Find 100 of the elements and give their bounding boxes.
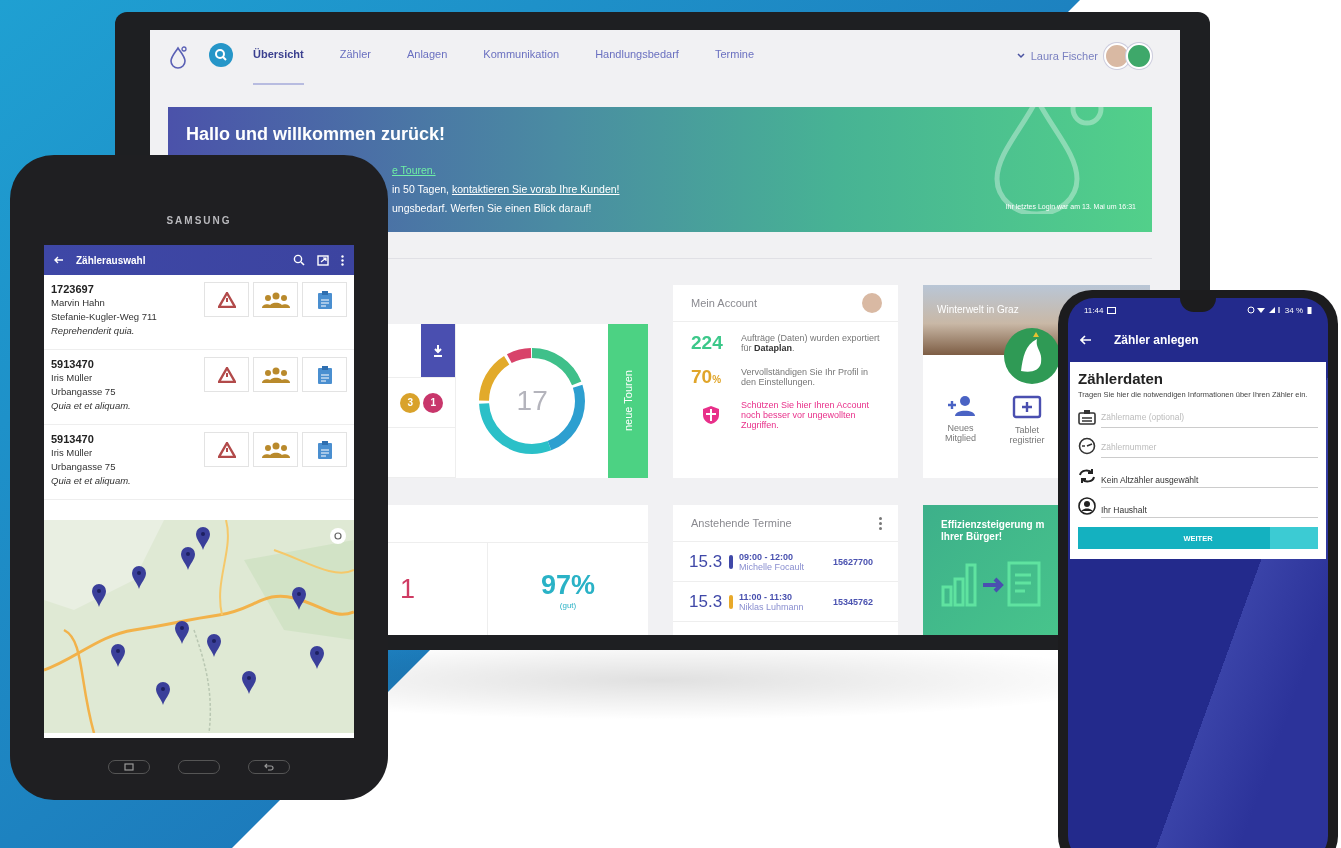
clipboard-button[interactable] <box>302 432 347 467</box>
banner-text: in 50 Tagen, kontaktieren Sie vorab Ihre Kunden! <box>392 182 620 195</box>
nav-tab[interactable]: Zähler <box>339 47 371 85</box>
back-icon <box>264 763 274 771</box>
stat-value: 70% <box>691 366 723 388</box>
shortcut-button[interactable]: Tablet registrier <box>998 395 1056 445</box>
count-badge: 1 <box>423 392 444 413</box>
street-address: Urbangasse 75 <box>51 385 117 399</box>
people-icon <box>261 291 290 308</box>
appointment-number: 15345762 <box>833 596 874 607</box>
warning-button[interactable] <box>204 432 249 467</box>
nav-tab[interactable]: Kommunikation <box>483 47 560 85</box>
form-heading: Zählerdaten <box>1078 370 1165 387</box>
customer-name: Marvin Hahn <box>51 296 106 310</box>
customer-name: Iris Müller <box>51 446 94 460</box>
people-button[interactable] <box>253 282 298 317</box>
nav-tab[interactable]: Anlagen <box>406 47 448 85</box>
meter-note: Quia et et aliquam. <box>51 399 131 413</box>
back-arrow-icon[interactable] <box>54 255 64 265</box>
id-card-icon <box>1078 409 1096 425</box>
warning-icon <box>217 366 236 383</box>
card-title: Winterwelt in Graz <box>937 304 1019 315</box>
shield-icon <box>702 405 720 425</box>
customer-name: Iris Müller <box>51 371 94 385</box>
meter-note: Reprehenderit quia. <box>51 324 136 338</box>
export-icon[interactable] <box>317 254 329 266</box>
meter-row[interactable]: 5913470 Iris Müller Urbangasse 75 Quia et et aliquam. <box>44 350 354 425</box>
link[interactable]: kontaktieren Sie vorab Ihre Kunden! <box>451 182 620 195</box>
status-icons <box>1246 306 1281 314</box>
dropdown-field[interactable]: Ihr Haushalt <box>1101 498 1318 518</box>
clipboard-button[interactable] <box>302 357 347 392</box>
warning-button[interactable] <box>204 282 249 317</box>
battery-icon <box>1307 306 1312 314</box>
people-button[interactable] <box>253 432 298 467</box>
water-drop-icon <box>168 45 188 69</box>
battery-level: 34 % <box>1284 305 1303 315</box>
dropdown-field[interactable]: Kein Altzähler ausgewählt <box>1101 468 1318 488</box>
clipboard-icon <box>316 439 333 460</box>
link[interactable]: e Touren. <box>392 163 436 176</box>
clipboard-icon <box>316 364 333 385</box>
stat-caption: (gut) <box>559 600 577 610</box>
appointment-number: 15627700 <box>833 556 874 567</box>
appointment-date: 15.3 <box>689 551 723 572</box>
shortcut-button[interactable]: Neues Mitglied <box>923 395 998 445</box>
warning-icon <box>217 291 236 308</box>
meter-number: 5913470 <box>51 432 95 446</box>
clipboard-button[interactable] <box>302 282 347 317</box>
account-text: Aufträge (Daten) wurden exportiert für Dataplan. <box>741 333 881 353</box>
promo-title: Effizienzsteigerung m <box>941 519 1046 531</box>
recent-apps-icon <box>124 763 134 771</box>
appointment-date: 15.3 <box>689 591 723 612</box>
meter-note: Quia et et aliquam. <box>51 474 131 488</box>
meter-row[interactable]: 5913470 Iris Müller Urbangasse 75 Quia et et aliquam. <box>44 425 354 500</box>
search-icon[interactable] <box>293 254 305 266</box>
appointment-time: 09:00 - 12:00 <box>739 551 795 562</box>
swap-icon <box>1078 467 1096 485</box>
device-brand: SAMSUNG <box>166 215 232 228</box>
avatar <box>862 293 882 313</box>
back-arrow-icon[interactable] <box>1080 335 1092 345</box>
stat-value: 224 <box>691 332 724 354</box>
stat-value: 97% <box>540 569 595 601</box>
screen-title: Zähler anlegen <box>1114 333 1199 347</box>
street-address: Urbangasse 75 <box>51 460 117 474</box>
more-icon[interactable] <box>341 254 344 266</box>
meter-row[interactable]: 1723697 Marvin Hahn Stefanie-Kugler-Weg 711 Reprehenderit quia. <box>44 275 354 350</box>
download-button[interactable] <box>421 324 456 377</box>
map-drawing[interactable] <box>44 520 354 733</box>
card-title: Anstehende Termine <box>691 517 792 529</box>
camera-notch <box>1180 298 1216 312</box>
caret-icon[interactable] <box>1016 53 1025 59</box>
tablet-plus-icon <box>1012 395 1042 419</box>
account-text: Vervollständigen Sie Ihr Profil in den Einstellungen. <box>741 367 870 387</box>
clipboard-icon <box>316 289 333 310</box>
warning-icon <box>217 441 236 458</box>
stat-value: 1 <box>399 574 415 605</box>
input-field[interactable]: Zählernummer <box>1101 438 1318 458</box>
nav-tab[interactable]: Handlungsbedarf <box>595 47 679 85</box>
card-title: Mein Account <box>691 297 758 309</box>
street-address: Stefanie-Kugler-Weg 711 <box>51 310 157 324</box>
status-time: 11:44 <box>1084 305 1104 315</box>
screen-title: Zählerauswahl <box>76 254 146 266</box>
meter-number: 5913470 <box>51 357 95 371</box>
people-button[interactable] <box>253 357 298 392</box>
appointment-name: Michelle Focault <box>739 561 806 572</box>
person-icon <box>1078 497 1096 515</box>
banner-title: Hallo und willkommen zurück! <box>186 122 447 145</box>
more-icon[interactable] <box>879 516 882 530</box>
notification-icon <box>1107 306 1117 314</box>
user-name[interactable]: Laura Fischer <box>1030 50 1098 62</box>
warning-button[interactable] <box>204 357 249 392</box>
people-icon <box>261 366 290 383</box>
emblem-drawing <box>1003 327 1061 385</box>
input-field[interactable]: Zählername (optional) <box>1101 408 1318 428</box>
nav-tab[interactable]: Übersicht <box>253 47 304 85</box>
avatar[interactable] <box>1126 43 1152 69</box>
appointment-time: 11:00 - 11:30 <box>739 591 794 602</box>
person-add-icon <box>945 395 976 417</box>
total-count: 17 <box>516 385 548 417</box>
nav-tab[interactable]: Termine <box>714 47 755 85</box>
count-badge: 3 <box>400 392 421 413</box>
